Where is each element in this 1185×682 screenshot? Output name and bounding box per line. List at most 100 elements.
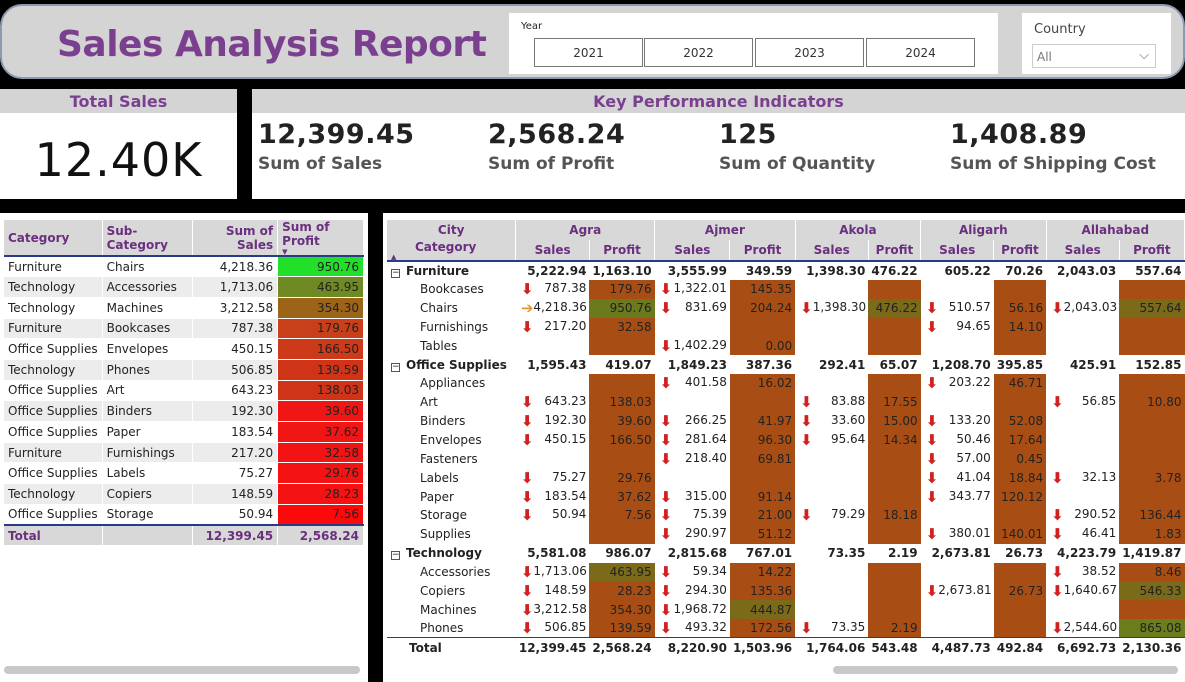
col-header-subcategory[interactable]: Sub-Category	[102, 220, 194, 256]
profit-cell: 387.36	[745, 357, 793, 372]
horizontal-scrollbar[interactable]	[833, 666, 1178, 674]
table-row[interactable]: Office Supplies Storage 50.94 7.56	[4, 504, 364, 526]
matrix-row[interactable]: Machines ⬇ 3,212.58 354.30 ⬇ 1,968.72 444.87	[387, 600, 1185, 620]
matrix-total-row[interactable]: Total 12,399.45 2,568.24 8,220.90 1,503.96 1,…	[387, 637, 1185, 657]
sales-cell	[1046, 336, 1119, 355]
year-2022-button[interactable]: 2022	[644, 38, 753, 67]
matrix-row[interactable]: Envelopes ⬇ 450.15 166.50 ⬇ 281.64 96.30 ⬇ 95.64…	[387, 430, 1185, 450]
sales-value: 2,673.81	[931, 546, 991, 561]
sales-value: 1,402.29	[673, 337, 727, 352]
matrix-row-label: Furnishings	[387, 318, 516, 337]
matrix-sales-header[interactable]: Sales	[920, 240, 995, 261]
col-header-profit[interactable]: Sum of Profit ▼	[277, 220, 364, 256]
table-row[interactable]: Office Supplies Paper 183.54 37.62	[4, 421, 364, 443]
col-header-category[interactable]: Category	[4, 220, 103, 256]
matrix-city-agra[interactable]: Agra	[515, 220, 656, 240]
table-row[interactable]: Furniture Furnishings 217.20 32.58	[4, 442, 364, 464]
table-row[interactable]: Technology Phones 506.85 139.59	[4, 359, 364, 381]
table-row[interactable]: Office Supplies Labels 75.27 29.76	[4, 462, 364, 485]
sales-cell: ⬇ 148.59	[516, 581, 590, 600]
profit-cell: 14.10	[993, 317, 1047, 337]
sales-cell	[1046, 600, 1119, 619]
sales-cell: ⬇ 95.64	[795, 431, 868, 450]
table-row[interactable]: Technology Copiers 148.59 28.23	[4, 483, 364, 505]
matrix-row[interactable]: Storage ⬇ 50.94 7.56 ⬇ 75.39 21.00 ⬇ 79.29 18.18 ⬇…	[387, 505, 1185, 525]
matrix-profit-header[interactable]: Profit	[1119, 240, 1185, 261]
matrix-profit-header[interactable]: Profit	[589, 240, 656, 261]
arrow-down-icon: ⬇	[520, 487, 534, 506]
arrow-down-icon: ⬇	[800, 431, 813, 450]
matrix-row[interactable]: Binders ⬇ 192.30 39.60 ⬇ 266.25 41.97 ⬇ 33.60 15.…	[387, 411, 1185, 431]
matrix-profit-header[interactable]: Profit	[993, 240, 1047, 261]
total-sales-title: Total Sales	[0, 89, 237, 113]
profit-cell: 543.48	[868, 637, 921, 657]
matrix-sales-header[interactable]: Sales	[795, 240, 869, 261]
matrix-row-label[interactable]: − Office Supplies	[387, 355, 516, 374]
matrix-row[interactable]: Copiers ⬇ 148.59 28.23 ⬇ 294.30 135.36 ⬇ 2,673.8…	[387, 581, 1185, 601]
matrix-group-row[interactable]: − Office Supplies 1,595.43 419.07 1,849.23 38…	[387, 355, 1185, 374]
matrix-row[interactable]: Accessories ⬇ 1,713.06 463.95 ⬇ 59.34 14.22 ⬇ 38…	[387, 562, 1185, 582]
matrix-city-allahabad[interactable]: Allahabad	[1046, 220, 1185, 240]
matrix-city-aligarh[interactable]: Aligarh	[920, 220, 1047, 240]
matrix-sales-header[interactable]: Sales	[654, 240, 731, 261]
sales-value: 425.91	[1069, 357, 1117, 372]
collapse-icon[interactable]: −	[391, 362, 400, 372]
matrix-row-label[interactable]: − Furniture	[387, 261, 516, 280]
table-row[interactable]: Furniture Bookcases 787.38 179.76	[4, 318, 364, 340]
matrix-row[interactable]: Chairs ➔ 4,218.36 950.76 ⬇ 831.69 204.24 ⬇ 1,398…	[387, 298, 1185, 318]
sales-value: 2,673.81	[938, 582, 992, 597]
sales-cell: ⬇ 315.00	[655, 487, 730, 506]
matrix-row-label[interactable]: − Technology	[387, 544, 516, 563]
matrix-row[interactable]: Art ⬇ 643.23 138.03 ⬇ 83.88 17.55 ⬇ 56.85 10.80	[387, 392, 1185, 412]
matrix-group-row[interactable]: − Furniture 5,222.94 1,163.10 3,555.99 349.59…	[387, 261, 1185, 280]
matrix-row[interactable]: Supplies ⬇ 290.97 51.12 ⬇ 380.01 140.01 ⬇ 46.41 1…	[387, 524, 1185, 544]
collapse-icon[interactable]: −	[391, 268, 400, 278]
profit-cell	[993, 619, 1047, 638]
sales-value: 493.32	[684, 620, 727, 635]
matrix-row-label-text: Storage	[420, 508, 467, 523]
horizontal-scrollbar[interactable]	[4, 666, 360, 674]
matrix-row-label-text: Copiers	[420, 583, 466, 598]
matrix-row-label-text: Accessories	[420, 564, 491, 579]
table-row[interactable]: Office Supplies Binders 192.30 39.60	[4, 400, 364, 422]
kpi-label: Sum of Sales	[258, 154, 383, 174]
profit-cell	[1119, 487, 1185, 506]
matrix-row[interactable]: Paper ⬇ 183.54 37.62 ⬇ 315.00 91.14 ⬇ 343.77 120.…	[387, 487, 1185, 506]
matrix-sales-header[interactable]: Sales	[1046, 240, 1120, 261]
sales-cell: ⬇ 192.30	[516, 412, 590, 431]
collapse-icon[interactable]: −	[391, 551, 400, 561]
table-row[interactable]: Office Supplies Envelopes 450.15 166.50	[4, 338, 364, 360]
matrix-row[interactable]: Labels ⬇ 75.27 29.76 ⬇ 41.04 18.84 ⬇ 32.13 3.78	[387, 468, 1185, 488]
matrix-city-akola[interactable]: Akola	[795, 220, 922, 240]
matrix-row[interactable]: Fasteners ⬇ 218.40 69.81 ⬇ 57.00 0.45	[387, 449, 1185, 469]
matrix-row-label: Art	[387, 393, 516, 412]
arrow-down-icon: ⬇	[659, 299, 673, 318]
table-row[interactable]: Office Supplies Art 643.23 138.03	[4, 380, 364, 402]
year-2021-button[interactable]: 2021	[534, 38, 643, 67]
matrix-city-ajmer[interactable]: Ajmer	[654, 220, 796, 240]
col-header-sales[interactable]: Sum of Sales	[192, 220, 279, 256]
table-row[interactable]: Technology Machines 3,212.58 354.30	[4, 297, 364, 319]
matrix-profit-header[interactable]: Profit	[868, 240, 922, 261]
matrix-category-header[interactable]: Category ▲	[387, 240, 517, 261]
matrix-row[interactable]: Bookcases ⬇ 787.38 179.76 ⬇ 1,322.01 145.35	[387, 279, 1185, 299]
matrix-group-row[interactable]: − Technology 5,581.08 986.07 2,815.68 767.01 7…	[387, 544, 1185, 563]
sales-value: 450.15	[544, 432, 587, 447]
profit-cell	[868, 487, 921, 506]
matrix-profit-header[interactable]: Profit	[729, 240, 796, 261]
arrow-down-icon: ⬇	[659, 600, 673, 619]
matrix-row[interactable]: Tables ⬇ 1,402.29 0.00	[387, 336, 1185, 356]
profit-cell: 7.56	[277, 504, 364, 526]
table-row[interactable]: Technology Accessories 1,713.06 463.95	[4, 276, 364, 298]
year-2024-button[interactable]: 2024	[866, 38, 975, 67]
matrix-row[interactable]: Furnishings ⬇ 217.20 32.58 ⬇ 94.65 14.10	[387, 317, 1185, 337]
matrix-sales-header[interactable]: Sales	[515, 240, 590, 261]
profit-cell: 557.64	[1119, 298, 1185, 318]
arrow-down-icon: ⬇	[925, 374, 939, 393]
country-dropdown[interactable]: All ⌵	[1032, 44, 1156, 68]
matrix-city-header[interactable]: City	[387, 220, 517, 240]
table-row[interactable]: Furniture Chairs 4,218.36 950.76	[4, 256, 364, 278]
year-2023-button[interactable]: 2023	[755, 38, 864, 67]
matrix-row[interactable]: Phones ⬇ 506.85 139.59 ⬇ 493.32 172.56 ⬇ 73.35 2.…	[387, 619, 1185, 638]
matrix-row[interactable]: Appliances ⬇ 401.58 16.02 ⬇ 203.22 46.71	[387, 374, 1185, 393]
